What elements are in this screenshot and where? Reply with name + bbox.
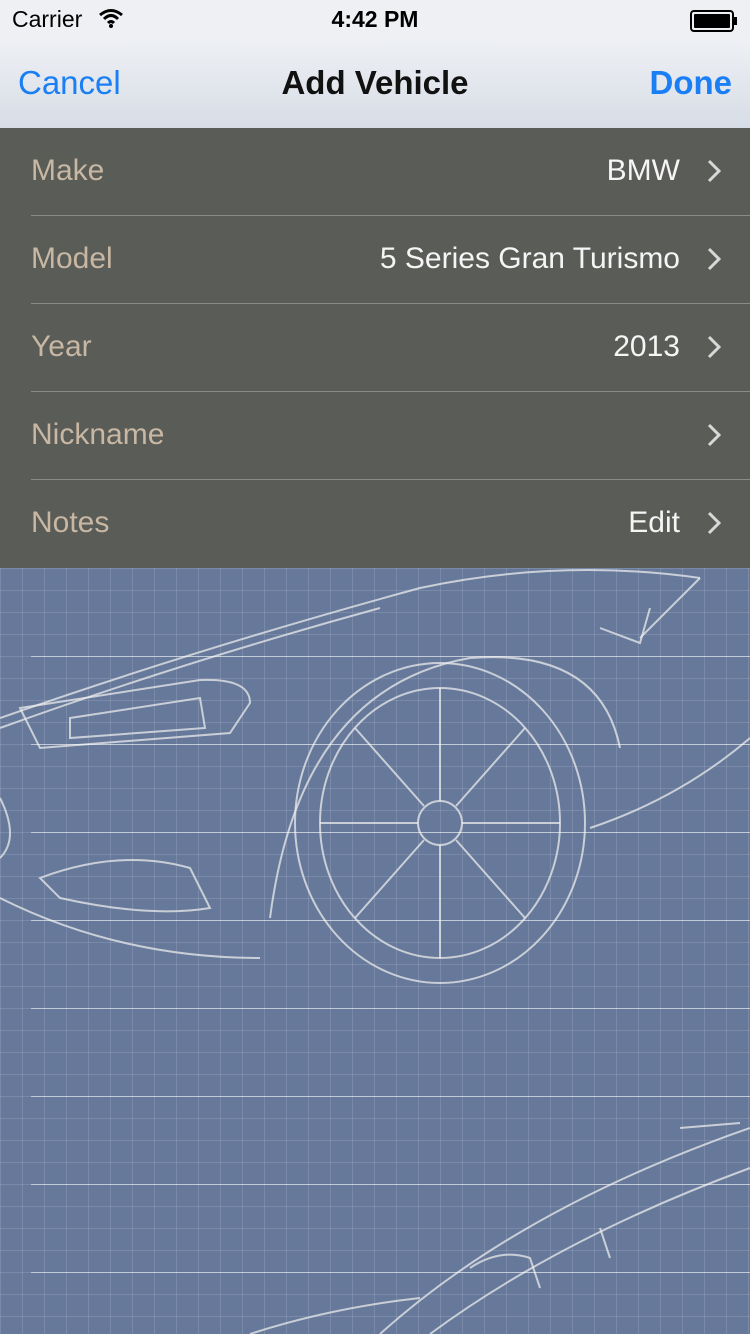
row-divider: [31, 656, 750, 657]
done-button[interactable]: Done: [650, 64, 733, 102]
year-row[interactable]: Year 2013: [0, 304, 750, 392]
row-divider: [31, 744, 750, 745]
status-bar: Carrier 4:42 PM: [0, 0, 750, 40]
chevron-right-icon: [706, 422, 722, 448]
chevron-right-icon: [706, 510, 722, 536]
model-label: Model: [31, 242, 113, 275]
notes-label: Notes: [31, 506, 110, 539]
make-row[interactable]: Make BMW: [0, 128, 750, 216]
status-time: 4:42 PM: [331, 6, 419, 32]
row-divider: [31, 1184, 750, 1185]
blueprint-background: [0, 568, 750, 1334]
notes-row[interactable]: Notes Edit: [0, 480, 750, 568]
nickname-label: Nickname: [31, 418, 165, 451]
vehicle-form: Make BMW Model 5 Series Gran Turismo Yea…: [0, 128, 750, 568]
row-divider: [31, 1096, 750, 1097]
model-value: 5 Series Gran Turismo: [379, 242, 680, 275]
nickname-row[interactable]: Nickname: [0, 392, 750, 480]
chevron-right-icon: [706, 246, 722, 272]
battery-icon: [690, 10, 737, 32]
car-sketch-illustration: [0, 569, 750, 1334]
year-label: Year: [31, 330, 92, 363]
row-divider: [31, 1008, 750, 1009]
make-value: BMW: [606, 154, 680, 187]
notes-value: Edit: [628, 506, 680, 539]
row-divider: [31, 832, 750, 833]
model-row[interactable]: Model 5 Series Gran Turismo: [0, 216, 750, 304]
page-title: Add Vehicle: [281, 64, 469, 101]
navigation-bar: Cancel Add Vehicle Done: [0, 40, 750, 128]
make-label: Make: [31, 154, 105, 187]
row-divider: [31, 920, 750, 921]
year-value: 2013: [613, 330, 680, 363]
chevron-right-icon: [706, 334, 722, 360]
chevron-right-icon: [706, 158, 722, 184]
row-divider: [31, 1272, 750, 1273]
